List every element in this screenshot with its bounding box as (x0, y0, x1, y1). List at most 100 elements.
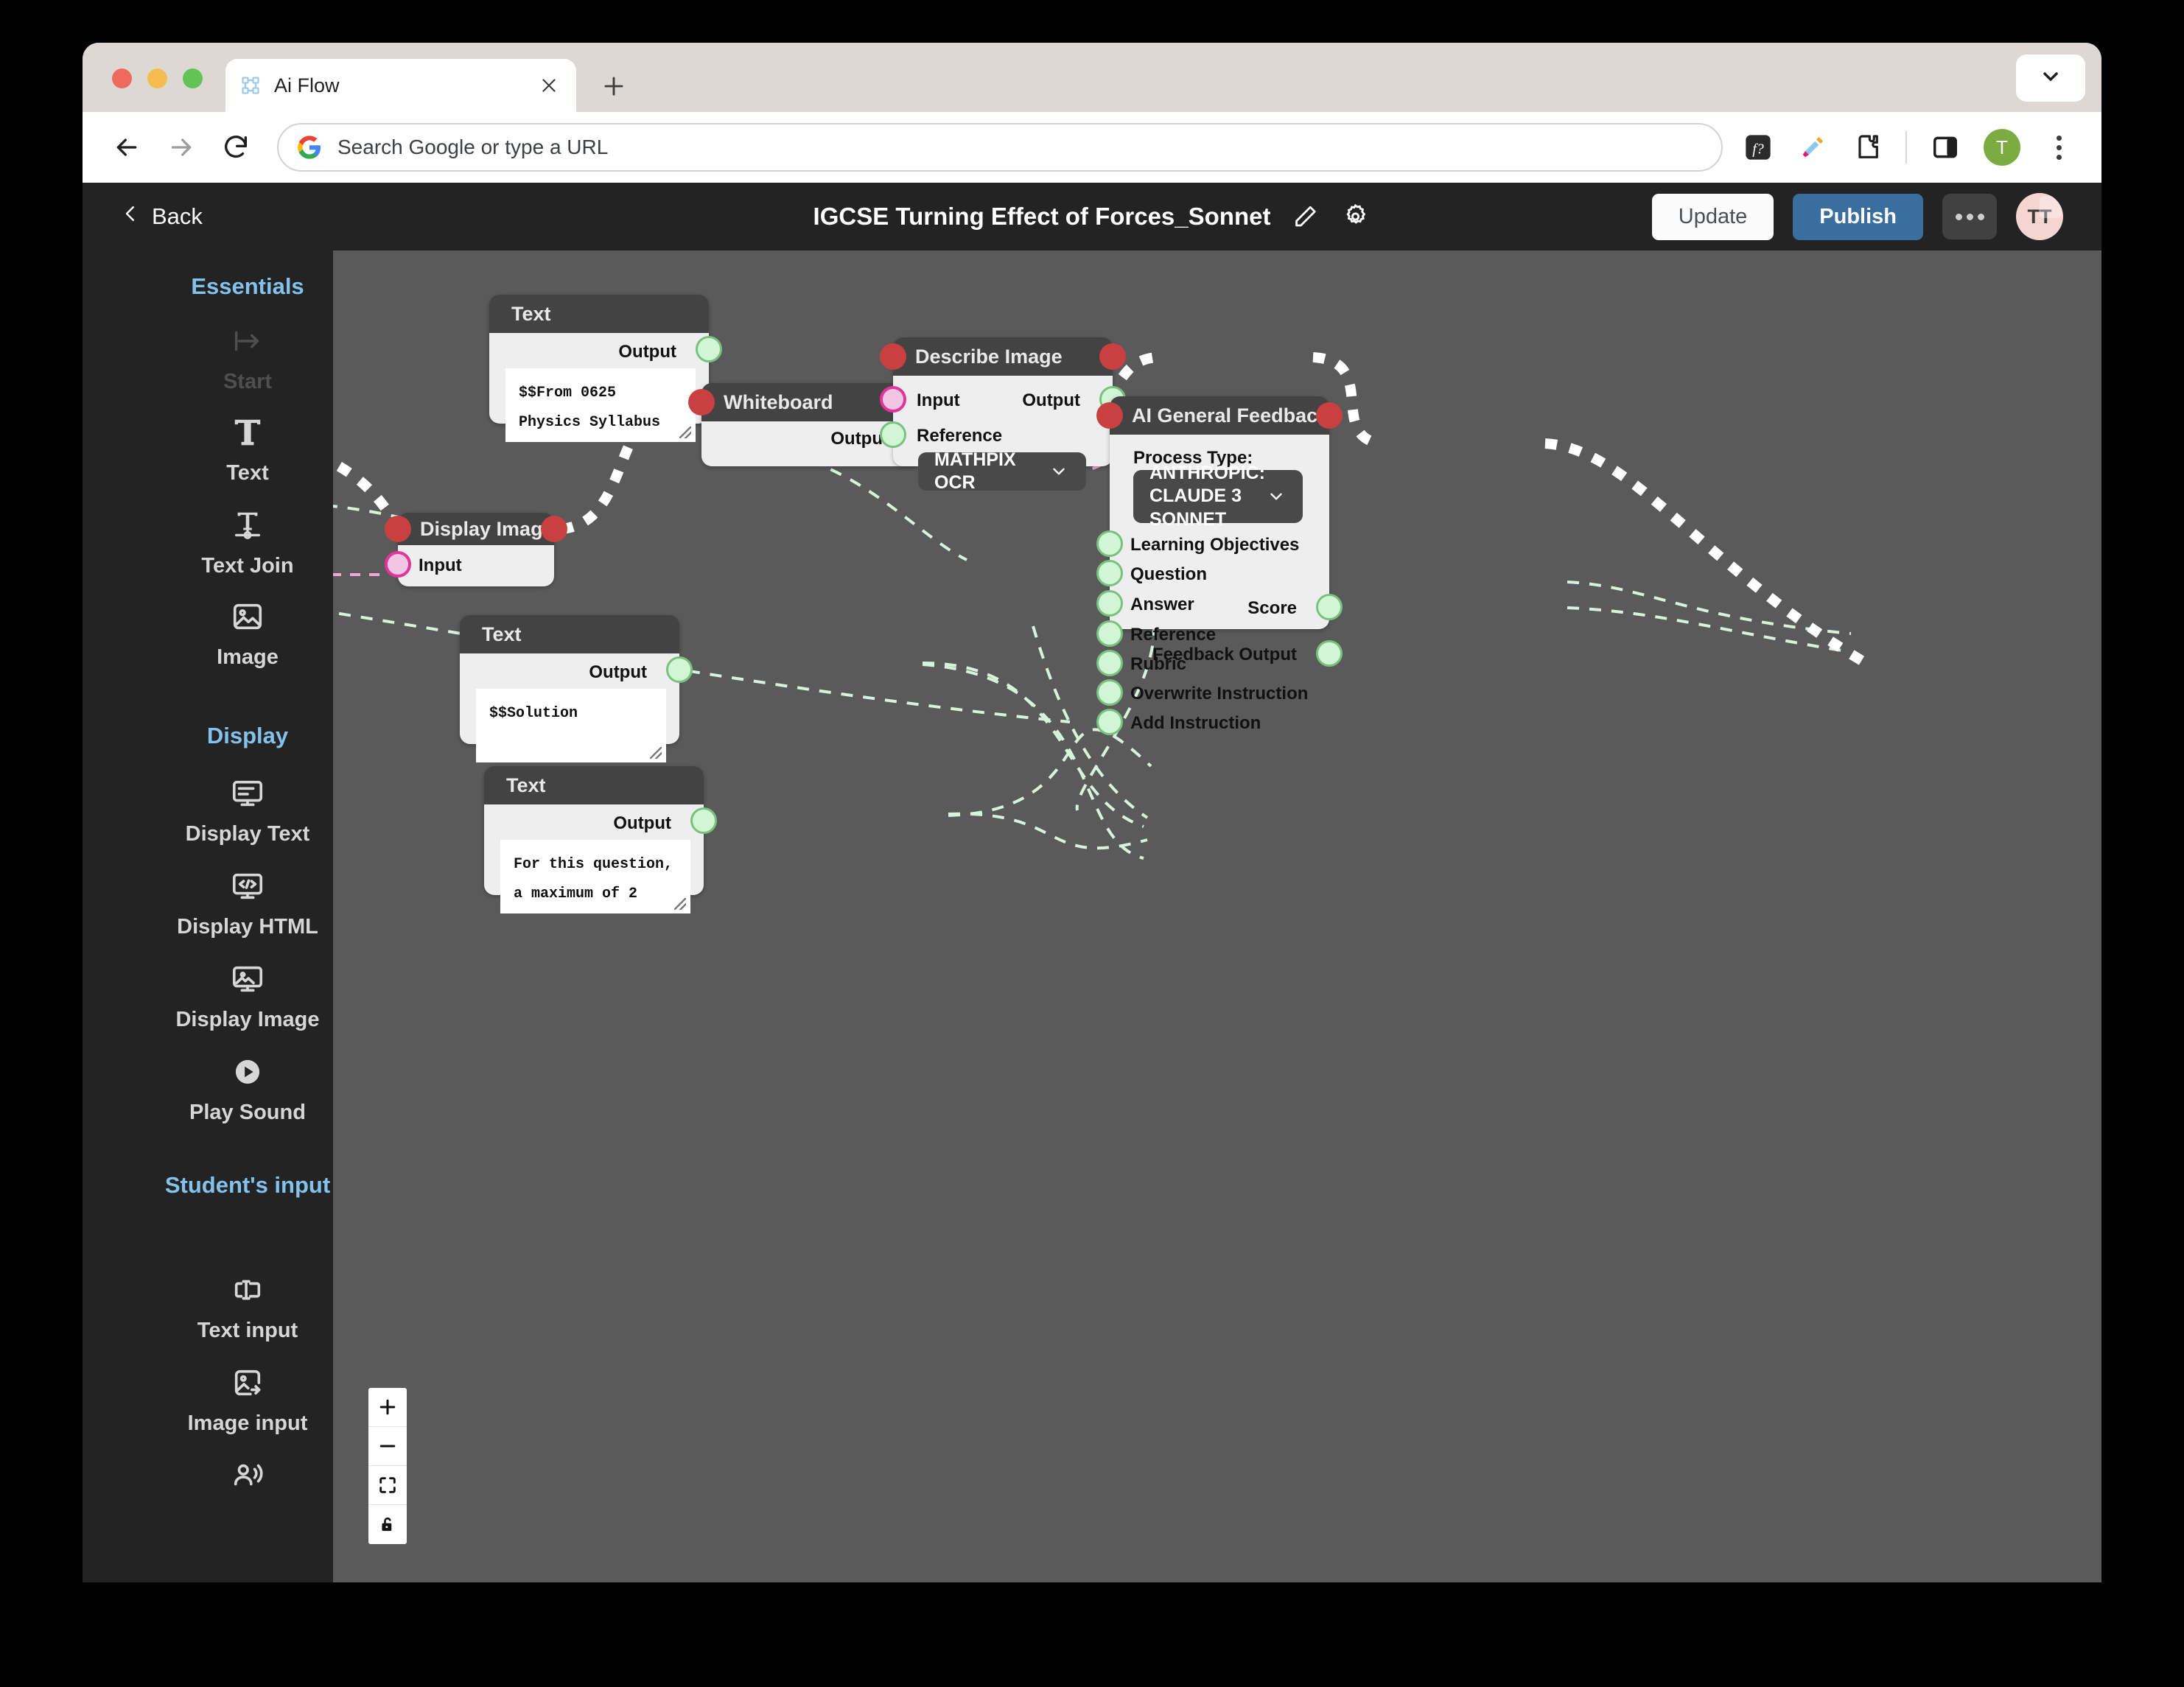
minimize-window-button[interactable] (147, 69, 167, 88)
omnibox[interactable]: Search Google or type a URL (277, 123, 1723, 172)
pencil-icon[interactable] (1289, 201, 1320, 232)
tab-search-button[interactable] (2016, 55, 2085, 102)
output-port[interactable] (690, 807, 717, 834)
browser-profile-avatar[interactable]: T (1984, 129, 2020, 166)
ocr-engine-select[interactable]: MATHPIX OCR (918, 449, 1086, 493)
sidebar-item-image-input[interactable]: Image input (162, 1364, 333, 1436)
input-label: Add Instruction (1130, 713, 1261, 733)
input-port-answer[interactable] (1096, 590, 1123, 617)
sidebar-item-voice-input[interactable] (162, 1457, 333, 1494)
node-body: Output For this question, a maximum of 2… (484, 804, 717, 913)
app-header: Back IGCSE Turning Effect of Forces_Sonn… (83, 183, 2101, 250)
node-display-image[interactable]: Display Image Input (385, 513, 567, 586)
new-tab-button[interactable] (598, 71, 629, 102)
chevron-down-icon (2039, 65, 2062, 92)
window-traffic-lights (112, 69, 203, 88)
sidebar-item-text-input[interactable]: Text input (162, 1272, 333, 1343)
input-port-learning-objectives[interactable] (1096, 530, 1123, 557)
browser-tab-title: Ai Flow (274, 74, 340, 97)
sidebar-item-label: Text (226, 461, 269, 485)
fit-view-icon[interactable] (368, 1466, 407, 1505)
output-port-score[interactable] (1316, 594, 1343, 620)
node-text-2[interactable]: Text Output $$Solution moment $=\mathrm{… (460, 615, 693, 762)
browser-tab[interactable]: Ai Flow (225, 59, 576, 112)
extensions-puzzle-icon[interactable] (1851, 131, 1883, 164)
node-ai-general-feedback[interactable]: AI General Feedback Process Type: ANTHRO… (1096, 396, 1343, 735)
text-value[interactable]: $$From 0625 Physics Syllabus 1.5.2, poin… (505, 368, 696, 442)
sidebar-item-display-image[interactable]: Display Image (162, 961, 333, 1032)
browser-back-button[interactable] (105, 125, 149, 169)
input-port[interactable] (385, 551, 411, 578)
flow-in-port[interactable] (385, 516, 411, 542)
display-html-icon (231, 868, 265, 905)
gear-icon[interactable] (1340, 201, 1371, 232)
workspace: Essentials Start Text Text Join Image Di… (83, 250, 2101, 1582)
text-value[interactable]: For this question, a maximum of 2 marks … (500, 840, 690, 913)
output-port[interactable] (696, 336, 722, 362)
reference-port-label: Reference (917, 426, 1003, 446)
node-body: Input Reference Output MATHPIX OCR (880, 376, 1126, 493)
flow-canvas[interactable]: Text Output $$From 0625 Physics Syllabus… (333, 250, 2101, 1582)
close-icon[interactable] (536, 73, 561, 98)
node-text-1[interactable]: Text Output $$From 0625 Physics Syllabus… (489, 295, 722, 442)
text-join-icon (231, 507, 265, 544)
browser-forward-button[interactable] (159, 125, 203, 169)
avatar[interactable]: TT (2016, 193, 2063, 240)
flow-out-port[interactable] (1099, 343, 1126, 370)
sidebar-item-image[interactable]: Image (162, 598, 333, 670)
output-port-feedback[interactable] (1316, 640, 1343, 667)
input-port-rubric[interactable] (1096, 650, 1123, 676)
sidebar-item-display-text[interactable]: Display Text (162, 775, 333, 846)
input-port-overwrite-instruction[interactable] (1096, 679, 1123, 706)
input-port-question[interactable] (1096, 560, 1123, 586)
sidebar-item-text[interactable]: Text (162, 414, 333, 485)
node-body: Input (385, 545, 554, 586)
text-value[interactable]: $$Solution moment $=\mathrm{Fd}=10 \math… (476, 689, 666, 762)
maximize-window-button[interactable] (183, 69, 203, 88)
sidebar-item-label: Display Image (175, 1008, 320, 1031)
model-select[interactable]: ANTHROPIC: CLAUDE 3 SONNET (1133, 463, 1303, 530)
flow-out-port[interactable] (1316, 402, 1343, 429)
sidebar-item-text-join[interactable]: Text Join (162, 507, 333, 578)
flow-out-port[interactable] (541, 516, 567, 542)
sidebar-item-label: Start (223, 370, 273, 393)
ai-flow-favicon (240, 75, 261, 96)
input-port-label: Input (917, 390, 960, 410)
side-panel-icon[interactable] (1929, 131, 1961, 164)
input-port-reference[interactable] (1096, 620, 1123, 647)
node-text-3[interactable]: Text Output For this question, a maximum… (484, 766, 717, 913)
sidebar-item-label: Image (217, 645, 279, 669)
more-dots-icon[interactable] (1942, 194, 1997, 239)
flow-in-port[interactable] (1096, 402, 1123, 429)
input-port-add-instruction[interactable] (1096, 709, 1123, 735)
unlock-padlock-icon[interactable] (368, 1505, 407, 1544)
close-window-button[interactable] (112, 69, 132, 88)
toolbar-icons: f? T (1742, 129, 2079, 166)
flow-in-port[interactable] (880, 343, 906, 370)
canvas-zoom-controls (368, 1388, 407, 1544)
chevron-down-icon (1048, 462, 1070, 481)
ai-flow-app: Back IGCSE Turning Effect of Forces_Sonn… (83, 183, 2101, 1582)
update-button[interactable]: Update (1651, 193, 1774, 240)
back-button[interactable]: Back (119, 203, 203, 231)
flow-in-port[interactable] (688, 389, 715, 415)
zoom-out-minus-icon[interactable] (368, 1427, 407, 1466)
formula-fx-icon[interactable]: f? (1742, 131, 1774, 164)
node-describe-image[interactable]: Describe Image Input Reference Output MA… (880, 337, 1126, 493)
output-port-label: Output (613, 813, 671, 833)
browser-reload-button[interactable] (214, 125, 258, 169)
google-g-icon (298, 136, 321, 159)
input-label: Overwrite Instruction (1130, 684, 1309, 704)
kebab-menu-icon[interactable] (2043, 131, 2075, 164)
publish-button[interactable]: Publish (1793, 193, 1923, 240)
sidebar-item-display-html[interactable]: Display HTML (162, 868, 333, 939)
node-palette-sidebar: Essentials Start Text Text Join Image Di… (162, 250, 333, 1582)
input-port[interactable] (880, 386, 906, 413)
output-port[interactable] (666, 656, 693, 683)
node-body: Output $$Solution moment $=\mathrm{Fd}=1… (460, 653, 693, 762)
eyedropper-icon[interactable] (1796, 131, 1829, 164)
sidebar-item-start[interactable]: Start (162, 323, 333, 394)
reference-port[interactable] (880, 421, 906, 448)
sidebar-item-play-sound[interactable]: Play Sound (162, 1053, 333, 1125)
zoom-in-plus-icon[interactable] (368, 1388, 407, 1427)
